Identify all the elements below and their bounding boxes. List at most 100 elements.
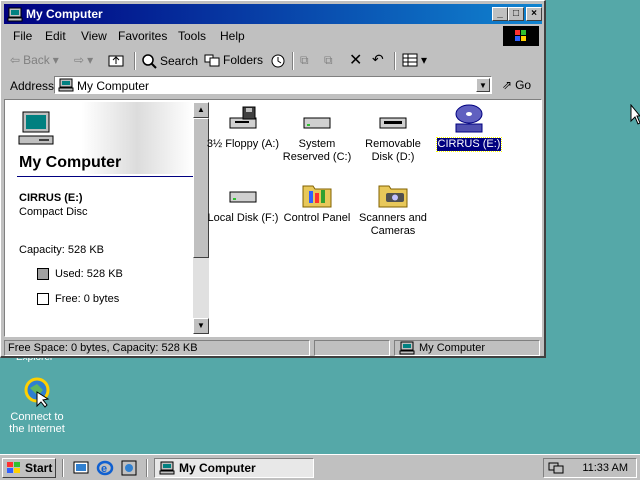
drive-local-disk-f[interactable]: Local Disk (F:)	[203, 178, 283, 225]
drive-removable-d[interactable]: Removable Disk (D:)	[353, 104, 433, 164]
removable-disk-icon	[379, 117, 407, 129]
channels-icon[interactable]	[120, 459, 138, 477]
status-zone: My Computer	[394, 340, 540, 356]
my-computer-large-icon	[18, 111, 54, 145]
up-folder-icon	[108, 55, 124, 67]
drive-cirrus-e[interactable]: CIRRUS (E:)	[429, 104, 509, 152]
search-button[interactable]: Search	[141, 53, 198, 69]
toolbar-separator	[394, 52, 396, 70]
network-tray-icon[interactable]	[548, 461, 564, 475]
move-to-icon: ⧉	[300, 53, 309, 67]
windows-logo-icon	[503, 26, 539, 46]
search-icon	[142, 54, 157, 69]
folders-label: Folders	[223, 53, 264, 67]
free-legend: Free: 0 bytes	[37, 293, 119, 305]
history-icon	[271, 54, 285, 68]
address-dropdown-button[interactable]: ▼	[476, 78, 490, 92]
go-button[interactable]: ⇗ Go	[502, 78, 531, 92]
undo-button[interactable]: ↶	[372, 51, 384, 68]
drive-floppy-a[interactable]: 3½ Floppy (A:)	[203, 104, 283, 151]
start-button[interactable]: Start	[2, 458, 56, 478]
toolbar-separator	[292, 52, 294, 70]
show-desktop-icon[interactable]	[72, 459, 90, 477]
menu-view[interactable]: View	[81, 29, 107, 43]
move-to-button[interactable]: ⧉	[300, 53, 309, 68]
drive-label: Removable Disk (D:)	[365, 138, 421, 163]
selected-item-name: CIRRUS (E:)	[19, 192, 83, 204]
history-button[interactable]	[270, 53, 286, 69]
forward-arrow-icon: ⇨	[74, 53, 85, 67]
views-dropdown-icon: ▾	[421, 53, 428, 67]
back-dropdown-icon: ▾	[52, 53, 59, 67]
my-computer-small-icon	[58, 78, 74, 92]
my-computer-icon	[7, 7, 23, 22]
delete-button[interactable]: ✕	[349, 50, 362, 70]
svg-text:e: e	[101, 463, 107, 475]
minimize-button[interactable]: _	[492, 7, 508, 21]
title-bar[interactable]: My Computer _ □ ×	[4, 4, 542, 24]
hard-disk-icon	[229, 191, 257, 203]
status-empty-panel	[314, 340, 390, 356]
scanners-cameras-folder[interactable]: Scanners and Cameras	[353, 178, 433, 238]
delete-x-icon: ✕	[349, 52, 363, 69]
connect-to-internet-desktop-icon[interactable]: Connect to the Internet	[4, 376, 70, 435]
forward-dropdown-icon: ▾	[87, 53, 94, 67]
start-label: Start	[25, 461, 53, 475]
selected-item-type: Compact Disc	[19, 206, 88, 218]
views-button[interactable]: ▾	[402, 53, 427, 67]
task-label: My Computer	[179, 461, 256, 475]
internet-explorer-icon[interactable]: e	[96, 459, 114, 477]
address-label: Address	[10, 79, 55, 93]
toolbar-separator	[134, 52, 136, 70]
control-panel-icon	[302, 185, 332, 208]
menu-edit[interactable]: Edit	[45, 29, 66, 43]
used-swatch	[37, 268, 49, 280]
control-panel-folder[interactable]: Control Panel	[277, 178, 357, 225]
web-view-pane: My Computer CIRRUS (E:) Compact Disc Cap…	[7, 102, 193, 334]
back-label: Back	[23, 53, 50, 67]
maximize-button[interactable]: □	[508, 7, 524, 21]
windows-flag-icon	[7, 462, 20, 473]
address-field[interactable]: My Computer ▼	[54, 76, 492, 94]
menu-favorites[interactable]: Favorites	[118, 29, 167, 43]
go-label: Go	[515, 78, 532, 92]
forward-button[interactable]: ⇨ ▾	[74, 53, 93, 67]
taskbar-separator	[62, 459, 64, 477]
drive-label: System Reserved (C:)	[282, 138, 352, 163]
hard-disk-icon	[303, 117, 331, 129]
capacity-text: Capacity: 528 KB	[19, 244, 104, 256]
clock[interactable]: 11:33 AM	[582, 462, 628, 474]
copy-to-icon: ⧉	[324, 53, 333, 67]
back-button[interactable]: ⇦ Back ▾	[10, 53, 59, 67]
mouse-cursor-icon	[630, 104, 640, 125]
my-computer-window: My Computer _ □ × File Edit View Favorit…	[0, 0, 546, 358]
drive-label: Scanners and Cameras	[359, 212, 427, 237]
floppy-drive-icon	[229, 106, 257, 129]
status-bar: Free Space: 0 bytes, Capacity: 528 KB My…	[4, 339, 542, 357]
views-icon	[402, 53, 418, 67]
menu-tools[interactable]: Tools	[178, 29, 206, 43]
folders-button[interactable]: Folders	[204, 53, 263, 67]
up-folder-button[interactable]	[108, 53, 124, 67]
status-zone-label: My Computer	[419, 342, 486, 354]
connect-to-internet-label: Connect to the Internet	[9, 411, 65, 435]
cd-drive-icon	[455, 104, 483, 133]
pane-title: My Computer	[19, 154, 122, 171]
used-text: Used: 528 KB	[55, 268, 123, 280]
copy-to-button[interactable]: ⧉	[324, 53, 333, 68]
menu-help[interactable]: Help	[220, 29, 245, 43]
drive-system-reserved-c[interactable]: System Reserved (C:)	[277, 104, 357, 164]
scanners-cameras-icon	[378, 185, 408, 208]
menu-file[interactable]: File	[13, 29, 32, 43]
content-area: My Computer CIRRUS (E:) Compact Disc Cap…	[4, 99, 542, 337]
window-title: My Computer	[26, 7, 103, 21]
drive-label: 3½ Floppy (A:)	[206, 138, 280, 150]
my-computer-small-icon	[399, 341, 415, 355]
status-free-space: Free Space: 0 bytes, Capacity: 528 KB	[4, 340, 310, 356]
scroll-down-button[interactable]: ▼	[193, 318, 209, 334]
taskbar-button-my-computer[interactable]: My Computer	[154, 458, 314, 478]
free-swatch	[37, 293, 49, 305]
close-button[interactable]: ×	[526, 7, 542, 21]
connect-internet-icon	[24, 377, 50, 408]
undo-icon: ↶	[372, 51, 384, 67]
